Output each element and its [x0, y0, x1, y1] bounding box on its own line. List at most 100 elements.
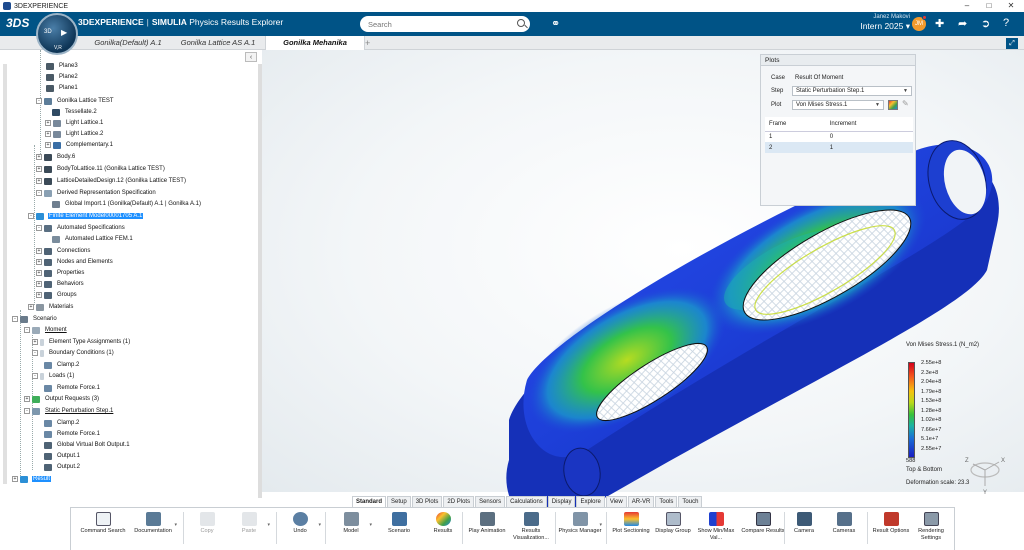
chevron-down-icon[interactable]: ▾	[599, 522, 602, 528]
expand-toggle[interactable]: -	[32, 373, 38, 379]
tree-node-light-lattice-2[interactable]: + Light Lattice.2	[45, 129, 104, 139]
tree-node-connections[interactable]: + Connections	[36, 246, 91, 256]
tree-node-properties[interactable]: + Properties	[36, 268, 85, 278]
minimize-button[interactable]: –	[956, 0, 978, 12]
add-tab-button[interactable]: +	[365, 36, 370, 50]
expand-toggle[interactable]: +	[32, 339, 38, 345]
tab-ar-vr[interactable]: AR-VR	[627, 496, 655, 507]
add-icon[interactable]: ✚	[935, 17, 944, 30]
display-group-button[interactable]: Display Group	[650, 512, 696, 550]
expand-toggle[interactable]: +	[45, 120, 51, 126]
expand-toggle[interactable]: +	[45, 131, 51, 137]
tree-node-boundary-conditions[interactable]: - Boundary Conditions (1)	[32, 348, 115, 358]
collapse-tree-button[interactable]: ‹	[245, 52, 257, 62]
user-info[interactable]: Janez Makovi Intern 2025 ▾	[848, 14, 910, 32]
user-role[interactable]: Intern 2025 ▾	[848, 21, 910, 32]
chevron-down-icon[interactable]: ▾	[318, 522, 321, 528]
tree-node-behaviors[interactable]: + Behaviors	[36, 279, 85, 289]
tree-node-plane3[interactable]: Plane3	[46, 61, 79, 71]
play-icon[interactable]: ▶	[61, 28, 67, 37]
expand-toggle[interactable]: -	[36, 225, 42, 231]
command-search-button[interactable]: Command Search	[80, 512, 126, 550]
step-dropdown[interactable]: Static Perturbation Step.1 ▼	[792, 86, 912, 96]
tab-tools[interactable]: Tools	[655, 496, 678, 507]
tab-view[interactable]: View	[605, 496, 627, 507]
tab-sensors[interactable]: Sensors	[475, 496, 506, 507]
chevron-down-icon[interactable]: ▾	[369, 522, 372, 528]
tree-node-plane1[interactable]: Plane1	[46, 83, 79, 93]
expand-toggle[interactable]: +	[36, 178, 42, 184]
tab-calculations[interactable]: Calculations	[506, 496, 547, 507]
ds-logo-icon[interactable]: 3DS	[6, 16, 29, 30]
cameras-button[interactable]: Cameras	[822, 512, 866, 550]
tree-node-clamp2[interactable]: Clamp.2	[44, 360, 80, 370]
expand-toggle[interactable]: +	[36, 270, 42, 276]
help-icon[interactable]: ?	[1003, 17, 1009, 29]
tree-node-automated-specs[interactable]: - Automated Specifications	[36, 223, 126, 233]
tree-node-groups[interactable]: + Groups	[36, 290, 78, 300]
expand-toggle[interactable]: -	[32, 350, 38, 356]
expand-toggle[interactable]: +	[36, 292, 42, 298]
chevron-down-icon[interactable]: ▾	[267, 522, 270, 528]
expand-toggle[interactable]: +	[24, 396, 30, 402]
close-window-button[interactable]: ✕	[1000, 0, 1022, 12]
expand-toggle[interactable]: -	[36, 98, 42, 104]
tree-node-body-to-lattice[interactable]: + BodyToLattice.11 (Gonilka Lattice TEST)	[36, 164, 166, 174]
tree-node-complementary[interactable]: + Complementary.1	[45, 140, 114, 150]
compass-widget[interactable]: 3D ▶ V,R	[36, 13, 78, 55]
tree-node-scenario[interactable]: - Scenario	[12, 314, 58, 324]
column-header-frame[interactable]: Frame	[765, 117, 826, 132]
expand-toggle[interactable]: +	[36, 248, 42, 254]
tree-node-loads[interactable]: - Loads (1)	[32, 371, 75, 381]
results-visualization-button[interactable]: Results Visualization...	[508, 512, 554, 550]
tree-node-output-requests[interactable]: + Output Requests (3)	[24, 394, 100, 404]
tab-gonilka-lattice[interactable]: Gonilka Lattice AS A.1	[168, 36, 268, 50]
expand-toggle[interactable]: -	[24, 408, 30, 414]
tree-node-result[interactable]: + Result	[12, 474, 52, 484]
tree-node-automated-lattice-fem[interactable]: Automated Lattice FEM.1	[52, 234, 134, 244]
tree-node-tessellate[interactable]: Tessellate.2	[52, 107, 98, 117]
show-min-max-button[interactable]: Show Min/Max Val...	[692, 512, 740, 550]
tree-node-body6[interactable]: + Body.6	[36, 152, 76, 162]
tree-node-lattice-test[interactable]: - Gonilka Lattice TEST	[36, 96, 115, 106]
expand-toggle[interactable]: +	[36, 281, 42, 287]
tree-node-nodes-elements[interactable]: + Nodes and Elements	[36, 257, 114, 267]
chevron-down-icon[interactable]: ▾	[174, 522, 177, 528]
share-icon[interactable]: ➦	[958, 17, 967, 30]
expand-toggle[interactable]: -	[28, 213, 34, 219]
search-input[interactable]	[360, 16, 530, 32]
expand-toggle[interactable]: +	[28, 304, 34, 310]
tab-standard[interactable]: Standard	[352, 496, 387, 507]
tree-node-global-import[interactable]: Global Import.1 (Gonilka(Default) A.1 | …	[52, 199, 202, 209]
column-header-increment[interactable]: Increment	[825, 117, 913, 132]
tree-node-moment[interactable]: - Moment	[24, 325, 68, 335]
tree-node-step-force[interactable]: Remote Force.1	[44, 429, 101, 439]
table-row[interactable]: 21	[765, 142, 913, 153]
tab-touch[interactable]: Touch	[678, 496, 703, 507]
tab-setup[interactable]: Setup	[387, 496, 411, 507]
tree-node-element-type[interactable]: + Element Type Assignments (1)	[32, 337, 131, 347]
tree-node-output1[interactable]: Output.1	[44, 451, 81, 461]
edit-icon[interactable]: ✎	[902, 99, 909, 108]
tab-explore[interactable]: Explore	[576, 496, 605, 507]
expand-toggle[interactable]: +	[12, 476, 18, 482]
tree-node-materials[interactable]: + Materials	[28, 302, 74, 312]
tab-display[interactable]: Display	[547, 496, 576, 507]
tab-gonilka-mehanika[interactable]: Gonilka Mehanika	[265, 36, 365, 50]
play-animation-button[interactable]: Play Animation	[464, 512, 510, 550]
tree-node-lattice-detailed[interactable]: + LatticeDetailedDesign.12 (Gonilka Latti…	[36, 176, 187, 186]
tab-gonilka-default[interactable]: Gonilka(Default) A.1	[78, 36, 178, 50]
tree-node-derived-rep[interactable]: - Derived Representation Specification	[36, 188, 157, 198]
tree-node-plane2[interactable]: Plane2	[46, 72, 79, 82]
tag-icon[interactable]: ⚭	[551, 17, 560, 30]
tree-node-static-step[interactable]: - Static Perturbation Step.1	[24, 406, 114, 416]
search-icon[interactable]	[517, 19, 525, 27]
camera-button[interactable]: Camera	[786, 512, 822, 550]
tab-3d-plots[interactable]: 3D Plots	[411, 496, 443, 507]
rendering-settings-button[interactable]: Rendering Settings	[908, 512, 954, 550]
community-icon[interactable]: ➲	[981, 17, 990, 30]
plot-dropdown[interactable]: Von Mises Stress.1 ▼	[792, 100, 884, 110]
expand-toggle[interactable]: -	[12, 316, 18, 322]
expand-toggle[interactable]: -	[36, 190, 42, 196]
expand-toggle[interactable]: -	[24, 327, 30, 333]
